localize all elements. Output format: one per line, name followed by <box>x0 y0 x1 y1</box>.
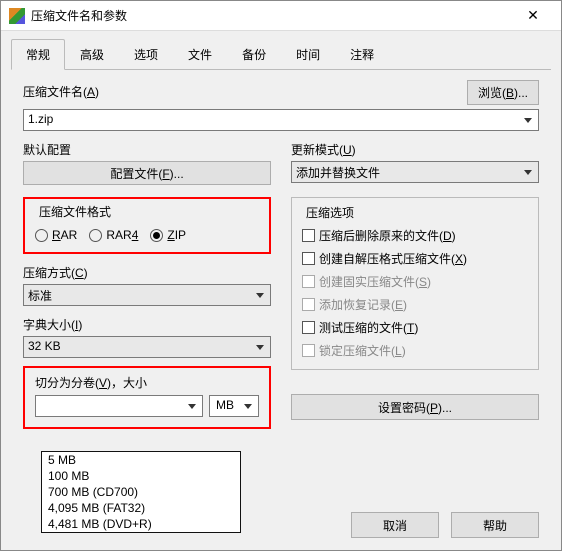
help-button[interactable]: 帮助 <box>451 512 539 538</box>
volume-option[interactable]: 4,095 MB (FAT32) <box>42 500 240 516</box>
tab-general[interactable]: 常规 <box>11 39 65 70</box>
chk-lock: 锁定压缩文件(L) <box>302 342 528 359</box>
titlebar: 压缩文件名和参数 ✕ <box>1 1 561 31</box>
tab-content: 压缩文件名(A) 浏览(B)... 1.zip 默认配置 配置文件(F)... … <box>1 70 561 429</box>
chk-recovery: 添加恢复记录(E) <box>302 296 528 313</box>
dict-select[interactable]: 32 KB <box>23 336 271 358</box>
profiles-button[interactable]: 配置文件(F)... <box>23 161 271 185</box>
volume-option[interactable]: 4,481 MB (DVD+R) <box>42 516 240 532</box>
chk-delete-after[interactable]: 压缩后删除原来的文件(D) <box>302 227 528 244</box>
update-mode-label: 更新模式(U) <box>291 141 539 158</box>
tab-bar: 常规 高级 选项 文件 备份 时间 注释 <box>11 39 551 70</box>
tab-comment[interactable]: 注释 <box>335 39 389 69</box>
volume-option[interactable]: 5 MB <box>42 452 240 468</box>
volume-option[interactable]: 700 MB (CD700) <box>42 484 240 500</box>
cancel-button[interactable]: 取消 <box>351 512 439 538</box>
volume-dropdown-list[interactable]: 5 MB 100 MB 700 MB (CD700) 4,095 MB (FAT… <box>41 451 241 533</box>
chk-solid: 创建固实压缩文件(S) <box>302 273 528 290</box>
volume-unit-select[interactable]: MB <box>209 395 259 417</box>
set-password-button[interactable]: 设置密码(P)... <box>291 394 539 420</box>
app-icon <box>9 8 25 24</box>
tab-time[interactable]: 时间 <box>281 39 335 69</box>
tab-backup[interactable]: 备份 <box>227 39 281 69</box>
update-mode-select[interactable]: 添加并替换文件 <box>291 161 539 183</box>
archive-name-input[interactable]: 1.zip <box>23 109 539 131</box>
tab-advanced[interactable]: 高级 <box>65 39 119 69</box>
radio-rar4[interactable]: RAR4 <box>89 228 138 242</box>
method-label: 压缩方式(C) <box>23 264 271 281</box>
browse-button[interactable]: 浏览(B)... <box>467 80 539 105</box>
radio-zip[interactable]: ZIP <box>150 228 186 242</box>
dialog-window: 压缩文件名和参数 ✕ 常规 高级 选项 文件 备份 时间 注释 压缩文件名(A)… <box>0 0 562 551</box>
format-highlight: 压缩文件格式 RAR RAR4 ZIP <box>23 197 271 254</box>
volume-highlight: 切分为分卷(V)，大小 MB <box>23 366 271 429</box>
default-profile-label: 默认配置 <box>23 141 271 158</box>
compression-options-title: 压缩选项 <box>302 204 358 221</box>
method-select[interactable]: 标准 <box>23 284 271 306</box>
window-title: 压缩文件名和参数 <box>31 7 513 24</box>
archive-name-label: 压缩文件名(A) <box>23 83 99 100</box>
volume-label: 切分为分卷(V)，大小 <box>35 374 259 391</box>
tab-options[interactable]: 选项 <box>119 39 173 69</box>
volume-size-combo[interactable] <box>35 395 203 417</box>
compression-options-group: 压缩选项 压缩后删除原来的文件(D) 创建自解压格式压缩文件(X) 创建固实压缩… <box>291 197 539 370</box>
radio-rar[interactable]: RAR <box>35 228 77 242</box>
dict-label: 字典大小(I) <box>23 316 271 333</box>
chk-sfx[interactable]: 创建自解压格式压缩文件(X) <box>302 250 528 267</box>
close-icon[interactable]: ✕ <box>513 4 553 28</box>
volume-option[interactable]: 100 MB <box>42 468 240 484</box>
format-title: 压缩文件格式 <box>35 203 115 220</box>
tab-files[interactable]: 文件 <box>173 39 227 69</box>
chk-test[interactable]: 测试压缩的文件(T) <box>302 319 528 336</box>
